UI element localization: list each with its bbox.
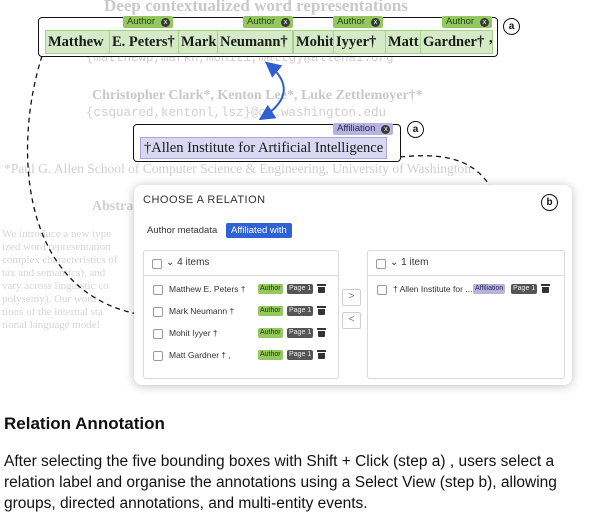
trash-icon[interactable] [317,328,326,337]
affiliation-token[interactable]: †Allen Institute for Artificial Intellig… [140,137,388,159]
list-item[interactable]: † Allen Institute for ... Affiliation Pa… [368,279,564,301]
item-checkbox[interactable] [377,285,387,295]
remove-icon[interactable]: x [161,17,170,27]
select-all-checkbox[interactable] [376,259,386,269]
affiliation-tag: Affiliation [473,284,506,294]
author-tag: Author [258,306,283,316]
page-tag: Page 1 [511,284,538,294]
author-box-comma: , [489,30,493,46]
target-item-count: 1 item [401,257,429,268]
source-list-panel: ⌄ 4 items Matthew E. Peters † Author Pag… [143,250,339,379]
author-to-dialog-arrow [26,55,153,321]
item-name: Mohit Iyyer † [169,328,218,338]
list-item[interactable]: Matt Gardner † , Author Page 1 [144,345,338,367]
remove-icon[interactable]: x [371,17,380,27]
author-token[interactable]: Iyyer† [333,30,387,54]
choose-relation-dialog: CHOOSE A RELATION b Author metadata Affi… [134,185,572,385]
list-item[interactable]: Matthew E. Peters † Author Page 1 [144,279,338,301]
author-token[interactable]: E. Peters† [109,30,181,54]
target-list-panel: ⌄ 1 item † Allen Institute for ... Affil… [367,250,565,379]
trash-icon[interactable] [541,284,550,293]
author-token[interactable]: Gardner† [420,30,493,54]
source-list-header: ⌄ 4 items [144,251,338,276]
target-list-header: ⌄ 1 item [368,251,564,276]
author-token[interactable]: Mohit [293,30,336,54]
page-tag: Page 1 [287,350,314,360]
author-label-chip: Author x [333,16,383,28]
author-tag: Author [258,328,283,338]
author-token[interactable]: Neumann† [217,30,293,54]
trash-icon[interactable] [317,284,326,293]
author-tag: Author [258,284,283,294]
step-a-marker: a [503,18,520,35]
author-tag: Author [258,350,283,360]
item-checkbox[interactable] [153,329,163,339]
remove-icon[interactable]: x [381,124,391,134]
list-item[interactable]: Mark Neumann † Author Page 1 [144,301,338,323]
tab-author-metadata[interactable]: Author metadata [142,223,222,238]
source-item-count: 4 items [177,257,210,268]
step-b-marker: b [541,194,558,211]
item-name: † Allen Institute for ... [393,284,473,294]
page-tag: Page 1 [287,284,314,294]
affiliation-label-chip: Affiliation x [333,123,394,135]
move-left-button[interactable]: < [342,312,361,329]
author-label-chip: Author x [442,16,492,28]
dialog-title: CHOOSE A RELATION [143,194,266,206]
step-a-marker: a [407,121,424,138]
author-token[interactable]: Matthew [45,30,112,54]
item-checkbox[interactable] [153,307,163,317]
page-tag: Page 1 [287,306,314,316]
relation-link-arrow [258,61,285,121]
move-right-button[interactable]: > [342,289,361,306]
remove-icon[interactable]: x [281,17,290,27]
author-token[interactable]: Matt [385,30,423,54]
author-label-chip: Author x [123,16,173,28]
list-item[interactable]: Mohit Iyyer † Author Page 1 [144,323,338,345]
item-name: Matthew E. Peters † [169,284,246,294]
select-all-checkbox[interactable] [152,259,162,269]
chevron-down-icon[interactable]: ⌄ [390,257,398,268]
author-annotation-box[interactable]: Matthew E. Peters† Author x Mark Neumann†… [38,16,498,57]
author-token[interactable]: Mark [178,30,220,54]
remove-icon[interactable]: x [480,17,489,27]
item-name: Matt Gardner † , [169,350,231,360]
page-tag: Page 1 [287,328,314,338]
item-name: Mark Neumann † [169,306,235,316]
author-label-chip: Author x [243,16,293,28]
tab-affiliated-with[interactable]: Affiliated with [226,223,292,238]
trash-icon[interactable] [317,306,326,315]
item-checkbox[interactable] [153,285,163,295]
item-checkbox[interactable] [153,351,163,361]
chevron-down-icon[interactable]: ⌄ [166,257,174,268]
affiliation-annotation-box[interactable]: †Allen Institute for Artificial Intellig… [133,123,401,162]
trash-icon[interactable] [317,350,326,359]
caption-title: Relation Annotation [4,414,165,433]
caption-text: After selecting the five bounding boxes … [4,453,557,512]
